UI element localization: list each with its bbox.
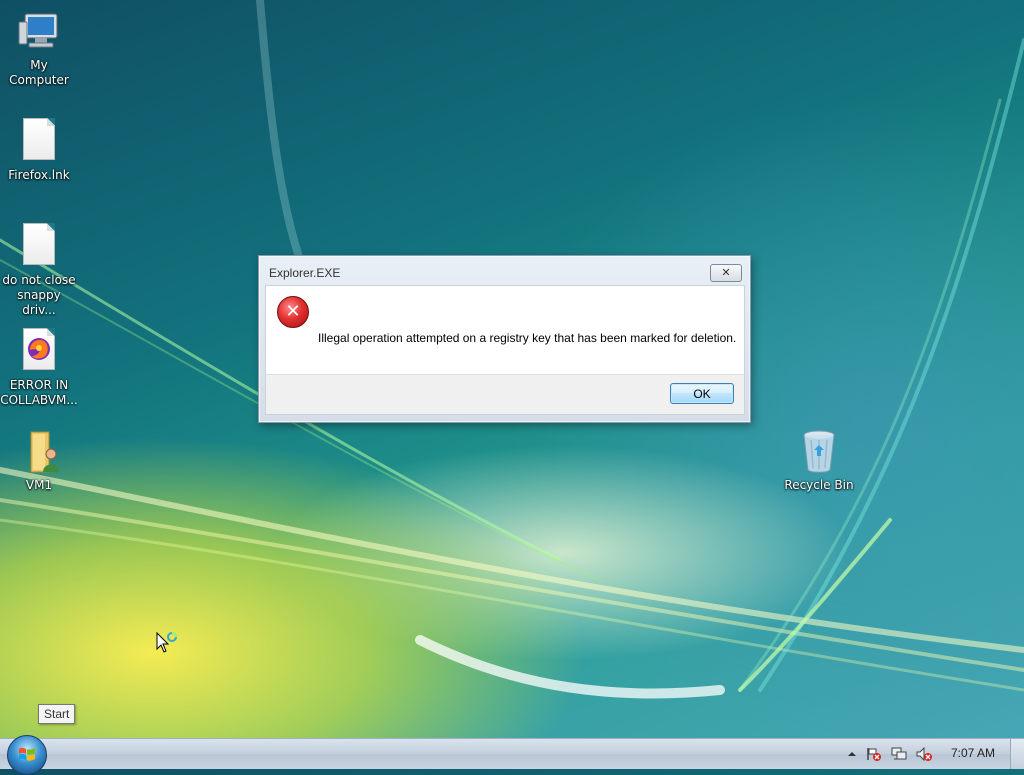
error-message: Illegal operation attempted on a registr… xyxy=(318,331,737,345)
desktop-icon-label: VM1 xyxy=(25,478,53,492)
network-icon[interactable] xyxy=(891,747,907,761)
taskbar-clock[interactable]: 7:07 AM xyxy=(944,746,1002,760)
desktop-icon-label: Firefox.lnk xyxy=(8,168,70,182)
dialog-footer: OK xyxy=(265,374,745,415)
desktop-icon-label: Recycle Bin xyxy=(784,478,854,492)
windows-logo-icon xyxy=(19,747,35,761)
ok-button[interactable]: OK xyxy=(670,383,734,404)
desktop-icon-label: do not close snappy driv... xyxy=(2,273,76,317)
error-icon: ✕ xyxy=(277,296,309,328)
show-desktop-button[interactable] xyxy=(1010,739,1024,769)
desktop-icon-label: ERROR IN COLLABVM... xyxy=(0,378,78,407)
firefox-icon xyxy=(15,328,63,376)
show-hidden-icons-arrow-icon[interactable] xyxy=(844,747,860,761)
desktop-icon-label: My Computer xyxy=(9,58,69,87)
desktop-icon-recycle-bin[interactable]: Recycle Bin xyxy=(780,428,858,493)
desktop-icon-my-computer[interactable]: My Computer xyxy=(0,8,78,88)
file-icon xyxy=(15,118,63,166)
start-button[interactable] xyxy=(7,735,47,775)
user-folder-icon xyxy=(15,428,63,476)
volume-muted-icon[interactable] xyxy=(916,747,932,761)
start-tooltip: Start xyxy=(38,704,76,724)
action-center-flag-icon[interactable] xyxy=(866,747,882,761)
desktop-icon-vm1[interactable]: VM1 xyxy=(0,428,78,493)
desktop-icon-error-collabvm[interactable]: ERROR IN COLLABVM... xyxy=(0,324,78,408)
desktop-icon-firefox-lnk[interactable]: Firefox.lnk xyxy=(0,114,78,183)
error-dialog: Explorer.EXE ✕ ✕ Illegal operation attem… xyxy=(258,255,751,423)
taskbar: 7:07 AM xyxy=(0,735,1024,775)
computer-icon xyxy=(15,8,63,56)
dialog-body: ✕ Illegal operation attempted on a regis… xyxy=(265,285,745,375)
recycle-bin-icon xyxy=(795,428,843,476)
close-button[interactable]: ✕ xyxy=(710,264,742,282)
busy-cursor-icon xyxy=(156,632,177,653)
desktop-icon-snappy-driver[interactable]: do not close snappy driv... xyxy=(0,219,78,318)
dialog-title: Explorer.EXE xyxy=(269,266,341,280)
file-icon xyxy=(15,223,63,271)
